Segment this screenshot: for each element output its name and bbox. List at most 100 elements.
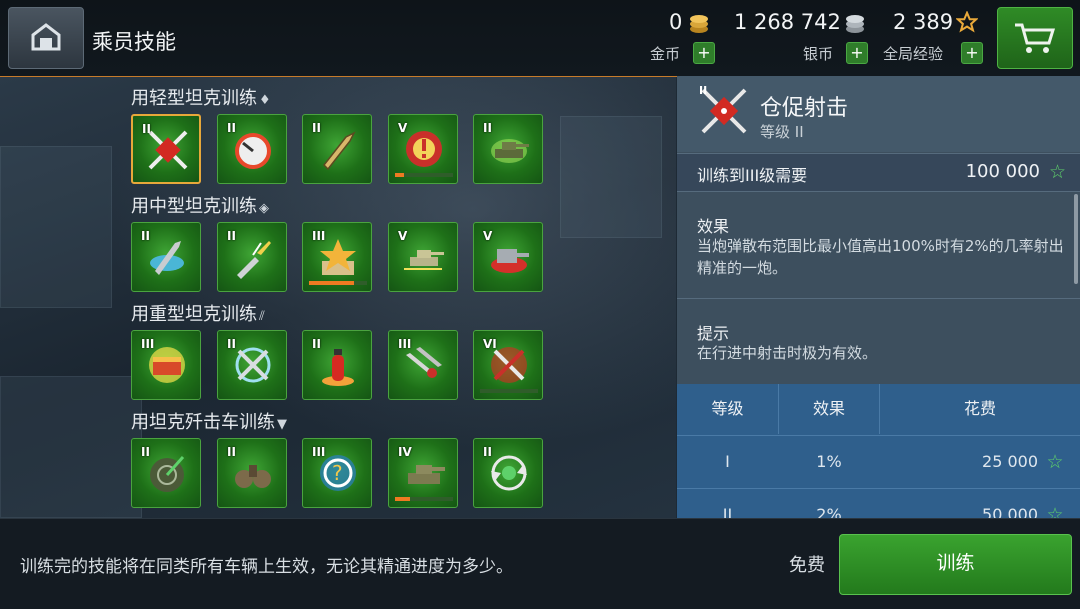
skill-group-label: 用坦克歼击车训练 ▼ [131,408,287,434]
table-cell-effect: 1% [816,452,842,471]
skill-level-mark: II [312,121,321,135]
skill-tile[interactable]: II [473,438,543,508]
tank-class-icon: ♦ [259,93,271,108]
skill-detail-header: II 仓促射击 等级 II [677,76,1080,152]
skill-level-mark: V [483,229,493,243]
camo-target-icon [150,456,185,492]
skill-detail-panel: II 仓促射击 等级 II 训练到III级需要 100 000 ☆ 效果 当炮弹… [677,76,1080,518]
xp-star-icon: ☆ [1048,161,1066,183]
skill-tile[interactable]: II [131,114,201,184]
skill-tile[interactable]: II [217,330,287,400]
skill-tile[interactable]: IV [388,438,458,508]
skill-tile[interactable]: III [131,330,201,400]
skill-level-mark: III [312,229,326,243]
xp-star-icon [956,11,978,33]
binoculars-icon [235,465,271,488]
extinguisher-icon [322,349,354,386]
hint-title: 提示 [697,324,730,343]
table-cell-level: II [722,505,733,518]
skill-tile[interactable]: V [388,222,458,292]
buy-gold-button[interactable]: + [693,42,715,64]
bottom-bar: 训练完的技能将在同类所有车辆上生效，无论其精通进度为多少。 免费 训练 [0,518,1080,609]
skill-group-title: 用坦克歼击车训练 [131,412,275,433]
skill-level-mark: II [483,445,492,459]
xp-star-icon: ☆ [1046,451,1064,473]
skill-tile[interactable]: II [217,114,287,184]
target-alert-icon [406,131,442,167]
training-requirement-label: 训练到III级需要 [697,166,808,185]
skill-tile[interactable]: V [473,222,543,292]
table-header-effect: 效果 [779,384,880,434]
skill-tile[interactable]: ? III [302,438,372,508]
skill-level-mark: II [312,337,321,351]
skill-level-mark: VI [483,337,497,351]
skill-tile[interactable]: III [302,222,372,292]
spin-shell-icon [150,241,184,275]
skill-level-mark: III [312,445,326,459]
skill-group-label: 用中型坦克训练 ◈ [131,192,269,218]
skill-group-label: 用轻型坦克训练 ♦ [131,84,271,110]
skill-level-mark: V [398,229,408,243]
skill-group-title: 用中型坦克训练 [131,196,257,217]
garage-icon [31,23,61,51]
silver-label: 银币 [803,45,834,63]
skill-tile[interactable]: VI [473,330,543,400]
xp-label: 全局经验 [883,45,944,63]
buy-silver-button[interactable]: + [846,42,868,64]
level-table: 等级 效果 花费 I 1% 25 000 ☆ II 2% 50 000 ☆ [677,384,1080,518]
skill-level-mark: II [483,121,492,135]
skill-tile[interactable]: II [302,330,372,400]
skill-level-mark: III [398,337,412,351]
skill-tile[interactable]: II [473,114,543,184]
table-cell-cost: 25 000 [982,452,1038,471]
skill-group-title: 用轻型坦克训练 [131,88,257,109]
skill-level-mark: II [227,445,236,459]
hint-text: 在行进中射击时极为有效。 [697,344,878,362]
skill-progress-bar [480,389,538,393]
cart-icon [1015,23,1056,53]
skill-name: 仓促射击 [760,96,849,121]
table-cell-level: I [725,452,730,471]
convert-xp-button[interactable]: + [961,42,983,64]
skill-progress-fill [395,173,404,177]
gold-label: 金币 [650,45,681,63]
skill-tile[interactable]: II [131,222,201,292]
tank-glow-icon [491,139,529,163]
skill-progress-bar [395,173,453,177]
cost-free-label: 免费 [789,555,825,576]
skill-progress-bar [395,497,453,501]
table-cell-cost: 50 000 [982,505,1038,518]
train-button[interactable]: 训练 [839,534,1072,595]
skill-tile[interactable]: II [217,222,287,292]
page-title: 乘员技能 [92,30,176,54]
skill-level: 等级 II [760,123,804,141]
skill-level-mark: V [398,121,408,135]
skill-tile[interactable]: II [302,114,372,184]
table-cell-effect: 2% [816,505,842,518]
gauge-icon [235,133,271,169]
footer-hint: 训练完的技能将在同类所有车辆上生效，无论其精通进度为多少。 [20,557,513,577]
skill-tile[interactable]: III [388,330,458,400]
training-requirement: 训练到III级需要 100 000 ☆ [677,153,1080,192]
training-requirement-cost: 100 000 [965,161,1040,182]
turret-icon [491,249,529,273]
skill-level-mark: II [141,229,150,243]
skill-level-mark: III [141,337,155,351]
shop-button[interactable] [997,7,1073,69]
skill-group-label: 用重型坦克训练 ⫽ [131,300,265,326]
skill-tile[interactable]: V [388,114,458,184]
skill-level-mark: II [141,445,150,459]
svg-text:?: ? [332,461,343,485]
effect-text: 当炮弹散布范围比最小值高出100%时有2%的几率射出精准的一炮。 [697,237,1064,277]
skill-tile[interactable]: II [131,438,201,508]
tank-move-icon [404,250,444,270]
skill-tile[interactable]: II [217,438,287,508]
skill-detail-level-mark: II [699,84,708,97]
skill-level-mark: II [142,122,151,136]
detail-scrollbar[interactable] [1074,194,1078,284]
garage-button[interactable] [8,7,84,69]
table-row: I 1% 25 000 ☆ [677,435,1080,488]
silver-coins-icon [846,15,864,33]
xp-value: 2 389 [893,10,954,34]
crosshair-cube-icon [148,130,188,170]
